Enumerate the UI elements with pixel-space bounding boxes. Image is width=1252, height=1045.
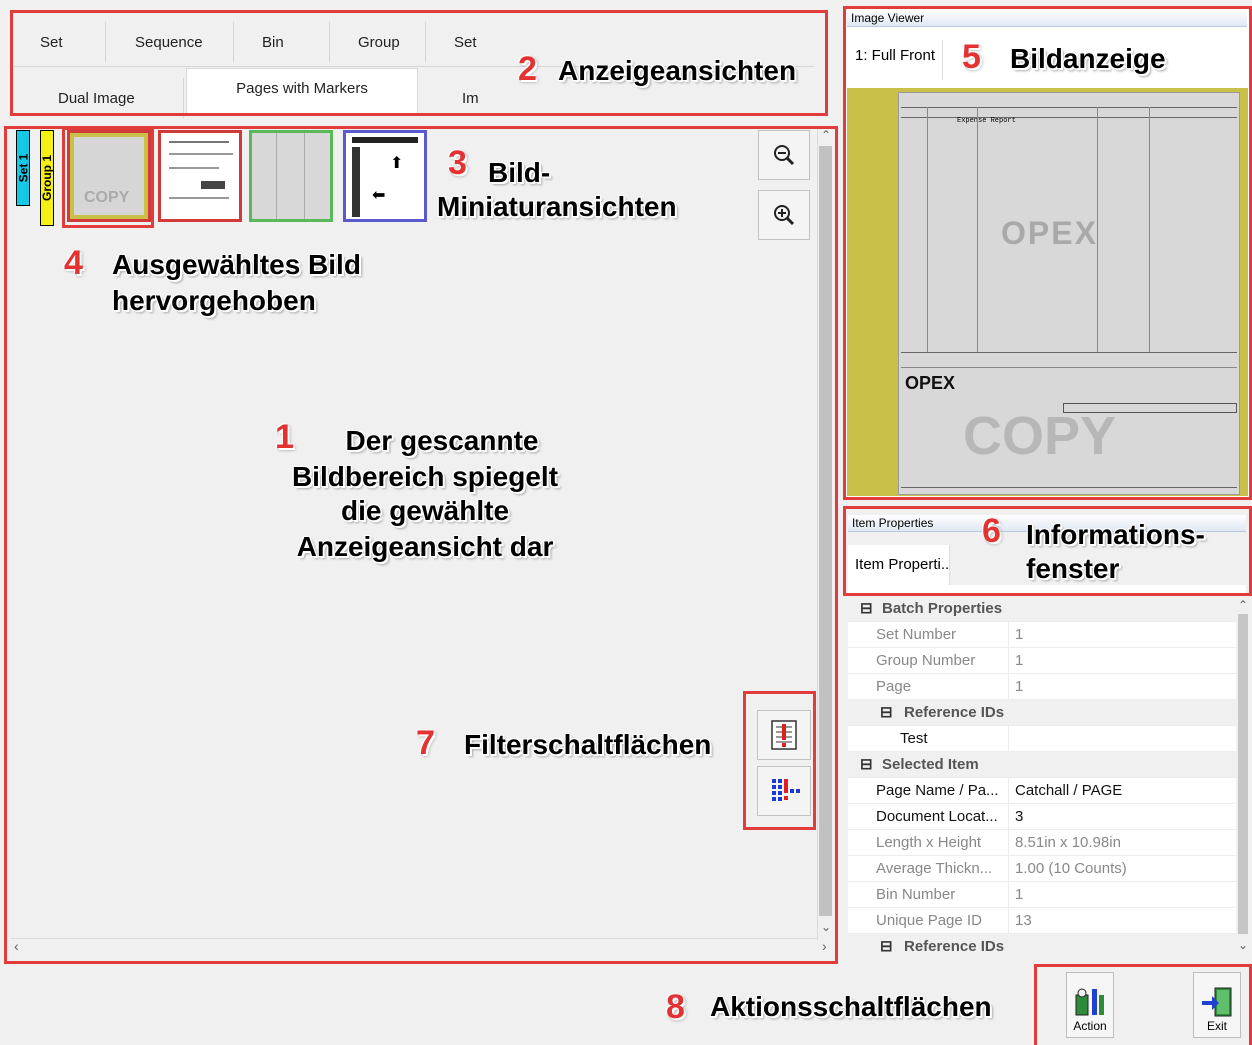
property-key: Reference IDs	[904, 938, 1005, 955]
annotation-action-buttons: Aktionsschaltflächen	[710, 991, 992, 1022]
property-key: Bin Number	[876, 886, 956, 903]
property-row[interactable]: Bin Number 1	[848, 882, 1236, 908]
collapse-icon[interactable]: ⊟	[860, 755, 873, 773]
property-separator	[1008, 674, 1009, 700]
property-key: Test	[900, 730, 928, 747]
property-row[interactable]: Page 1	[848, 674, 1236, 700]
property-category-row[interactable]: ⊟ Reference IDs	[848, 700, 1236, 726]
annotation-number-6: 6	[982, 512, 1001, 550]
annotation-number-8: 8	[666, 988, 685, 1026]
collapse-icon[interactable]: ⊟	[880, 703, 893, 721]
annotation-number-5: 5	[962, 38, 981, 76]
property-value: 3	[1015, 808, 1024, 825]
property-value: 1	[1015, 678, 1024, 695]
collapse-icon[interactable]: ⊟	[860, 599, 873, 617]
properties-scroll-thumb[interactable]	[1238, 614, 1248, 934]
annotation-thumbnails-line1: Bild-	[488, 157, 551, 188]
property-row[interactable]: Group Number 1	[848, 648, 1236, 674]
property-row[interactable]: Length x Height 8.51in x 10.98in	[848, 830, 1236, 856]
property-separator	[1008, 882, 1009, 908]
property-category-row[interactable]: ⊟ Reference IDs	[848, 934, 1236, 956]
property-key: Page Name / Pa...	[876, 782, 999, 799]
collapse-icon[interactable]: ⊟	[880, 937, 893, 955]
annotation-number-4: 4	[64, 244, 83, 282]
property-value: Catchall / PAGE	[1015, 782, 1123, 799]
annotation-box-filter-buttons	[743, 691, 816, 830]
annotation-number-2: 2	[518, 50, 537, 88]
annotation-scan-line1: Der gescannte	[345, 425, 539, 456]
annotation-box-action-buttons	[1034, 964, 1252, 1045]
property-value: 1.00 (10 Counts)	[1015, 860, 1127, 877]
annotation-info-line1: Informations-	[1026, 519, 1205, 550]
properties-scroll-up-icon[interactable]: ⌃	[1238, 598, 1248, 612]
annotation-scan-line4: Anzeigeansicht dar	[296, 531, 554, 562]
annotation-info-line2: fenster	[1026, 553, 1120, 584]
property-key: Average Thickn...	[876, 860, 993, 877]
property-separator	[1008, 622, 1009, 648]
annotation-scan-line3: die gewählte	[340, 495, 510, 526]
annotation-number-7: 7	[416, 724, 435, 762]
property-row[interactable]: Document Locat... 3	[848, 804, 1236, 830]
property-separator	[1008, 778, 1009, 804]
annotation-selected-line1: Ausgewähltes Bild	[112, 249, 361, 280]
property-separator	[1008, 648, 1009, 674]
property-row[interactable]: Unique Page ID 13	[848, 908, 1236, 934]
property-value: 1	[1015, 652, 1024, 669]
property-row[interactable]: Page Name / Pa... Catchall / PAGE	[848, 778, 1236, 804]
annotation-thumbnails-line2: Miniaturansichten	[437, 191, 677, 222]
property-key: Set Number	[876, 626, 957, 643]
property-separator	[1008, 908, 1009, 934]
annotation-view-tabs: Anzeigeansichten	[558, 55, 797, 86]
property-separator	[1008, 804, 1009, 830]
property-separator	[1008, 856, 1009, 882]
property-value: 8.51in x 10.98in	[1015, 834, 1121, 851]
annotation-selected-line2: hervorgehoben	[112, 285, 316, 316]
property-key: Reference IDs	[904, 704, 1005, 721]
property-value: 1	[1015, 626, 1024, 643]
properties-scroll-down-icon[interactable]: ⌄	[1238, 938, 1248, 952]
property-separator	[1008, 726, 1009, 752]
annotation-scan-line2: Bildbereich spiegelt	[291, 461, 559, 492]
property-key: Batch Properties	[882, 600, 1003, 617]
property-category-row[interactable]: ⊟ Selected Item	[848, 752, 1236, 778]
property-category-row[interactable]: ⊟ Batch Properties	[848, 596, 1236, 622]
property-row[interactable]: Average Thickn... 1.00 (10 Counts)	[848, 856, 1236, 882]
property-key: Page	[876, 678, 912, 695]
property-value: 13	[1015, 912, 1032, 929]
property-row[interactable]: Test	[848, 726, 1236, 752]
property-key: Document Locat...	[876, 808, 998, 825]
property-key: Length x Height	[876, 834, 982, 851]
annotation-image-display: Bildanzeige	[1010, 43, 1166, 74]
property-row[interactable]: Set Number 1	[848, 622, 1236, 648]
annotation-box-image-viewer	[843, 6, 1252, 500]
annotation-filter-buttons: Filterschaltflächen	[464, 729, 712, 760]
property-key: Group Number	[876, 652, 976, 669]
property-separator	[1008, 830, 1009, 856]
annotation-number-3: 3	[448, 144, 467, 182]
property-grid[interactable]: ⊟ Batch Properties Set Number 1 Group Number…	[848, 596, 1236, 956]
property-value: 1	[1015, 886, 1024, 903]
property-key: Selected Item	[882, 756, 979, 773]
property-key: Unique Page ID	[876, 912, 982, 929]
